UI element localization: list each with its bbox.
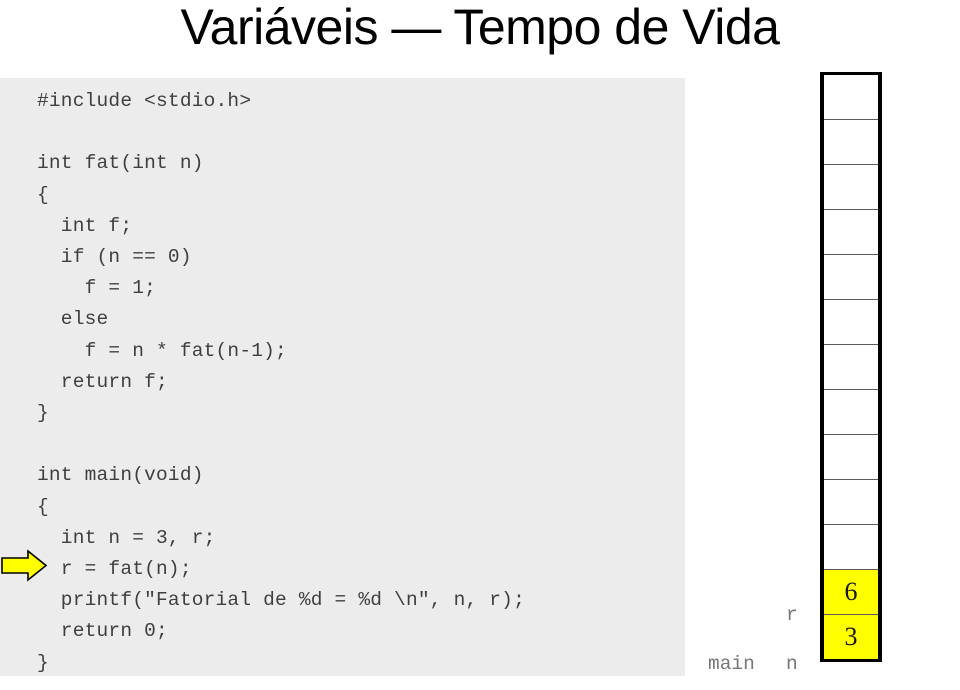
stack-cell: 3: [824, 615, 878, 659]
stack-label-variable-r: r: [786, 604, 798, 626]
stack-label-frame-main: main: [708, 653, 755, 675]
stack-cell: [824, 480, 878, 525]
stack-cell: [824, 345, 878, 390]
stack-cell-value: 3: [844, 622, 858, 651]
stack-cell: [824, 210, 878, 255]
page-title: Variáveis — Tempo de Vida: [180, 0, 780, 55]
stack-cell-value: 6: [844, 577, 858, 606]
execution-pointer: [1, 549, 48, 582]
stack-cell: [824, 390, 878, 435]
right-arrow-icon: [1, 549, 48, 582]
code-listing: #include <stdio.h> int fat(int n) { int …: [37, 90, 525, 674]
stack-cell: [824, 435, 878, 480]
stack-cell: [824, 300, 878, 345]
stack-cell: 6: [824, 570, 878, 615]
stack-cell: [824, 165, 878, 210]
stack-label-variable-n: n: [786, 653, 798, 675]
code-panel: #include <stdio.h> int fat(int n) { int …: [0, 78, 685, 676]
stack-cell: [824, 255, 878, 300]
stack-cell: [824, 75, 878, 120]
memory-stack: 63: [820, 72, 882, 662]
stack-cell: [824, 525, 878, 570]
stack-cell: [824, 120, 878, 165]
